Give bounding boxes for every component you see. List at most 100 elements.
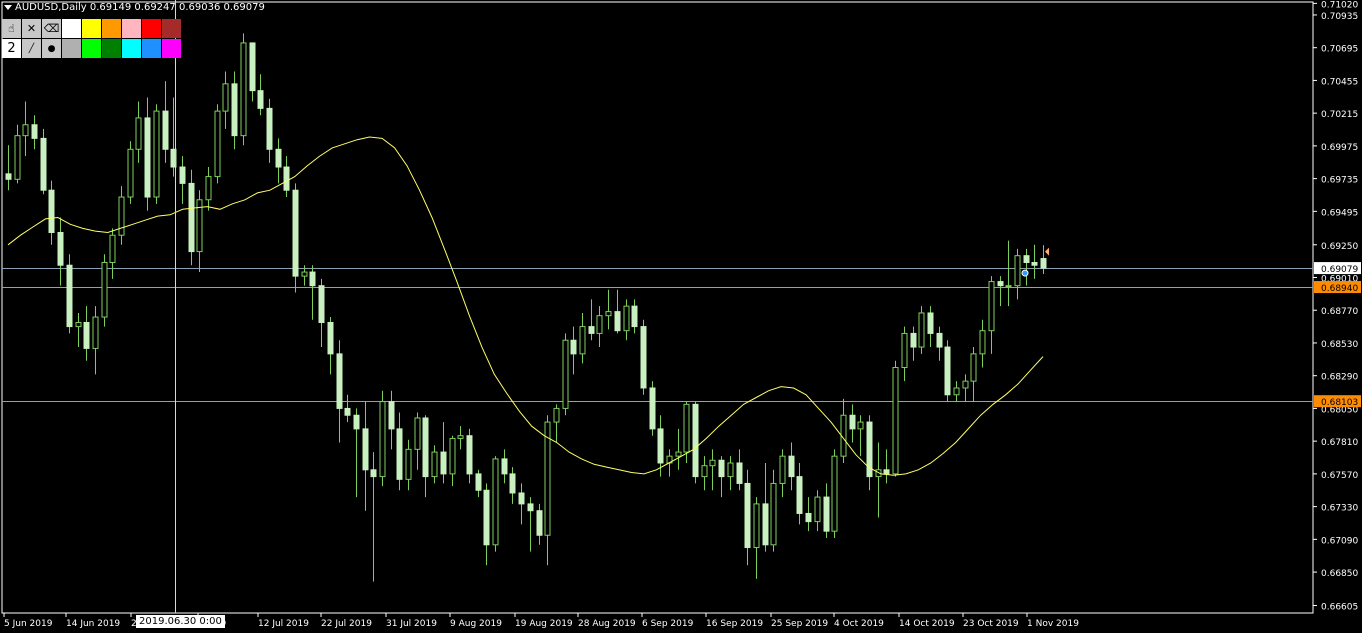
candle-body bbox=[718, 459, 725, 478]
close-x-icon[interactable]: ✕ bbox=[22, 19, 42, 38]
y-tick-label: 0.67570 bbox=[1321, 471, 1358, 481]
candle-body bbox=[127, 148, 134, 198]
price-label-2: 0.68103 bbox=[1321, 398, 1358, 408]
x-tick-label: 31 Jul 2019 bbox=[386, 619, 437, 629]
candle-body bbox=[379, 401, 386, 478]
arrow-marker-icon bbox=[1045, 247, 1049, 256]
candle-body bbox=[518, 492, 525, 505]
color-swatch[interactable] bbox=[82, 39, 102, 58]
x-tick-label: 6 Sep 2019 bbox=[642, 619, 694, 629]
x-tick-label: 14 Jun 2019 bbox=[66, 619, 120, 629]
candle-body bbox=[292, 189, 299, 277]
x-tick-label: 16 Sep 2019 bbox=[706, 619, 763, 629]
candle-body bbox=[257, 90, 264, 109]
candle-body bbox=[831, 455, 838, 532]
color-swatch[interactable] bbox=[142, 19, 162, 38]
candle-body bbox=[449, 437, 456, 475]
y-tick-label: 0.67090 bbox=[1321, 536, 1358, 546]
candle-body bbox=[109, 234, 116, 263]
candle-body bbox=[579, 326, 586, 355]
chart-title[interactable]: AUDUSD,Daily 0.69149 0.69247 0.69036 0.6… bbox=[4, 2, 265, 13]
candle-body bbox=[901, 332, 908, 369]
crosshair-line bbox=[175, 0, 176, 613]
candle-body bbox=[527, 503, 534, 512]
candle-body bbox=[936, 332, 943, 348]
candle-body bbox=[144, 117, 151, 198]
color-swatch[interactable] bbox=[62, 19, 82, 38]
y-tick-label: 0.68290 bbox=[1321, 373, 1358, 383]
candle-body bbox=[709, 459, 716, 467]
candle-body bbox=[892, 367, 899, 475]
candle-body bbox=[501, 458, 508, 475]
color-swatch[interactable] bbox=[82, 19, 102, 38]
candle-body bbox=[249, 42, 256, 92]
price-chart[interactable]: 0.71020 0.70935 0.70695 0.70455 0.70215 0.699… bbox=[0, 0, 1362, 633]
candle-body bbox=[362, 428, 369, 471]
menu-arrow-icon[interactable] bbox=[4, 4, 12, 10]
candle-body bbox=[640, 326, 647, 389]
color-swatch[interactable] bbox=[122, 19, 142, 38]
candle-body bbox=[770, 482, 777, 546]
candle-body bbox=[222, 83, 229, 112]
plot-frame bbox=[1, 1, 1314, 614]
color-swatch[interactable] bbox=[162, 39, 182, 58]
crosshair-date-label: 2019.06.30 0:00 bbox=[136, 615, 225, 628]
candle-body bbox=[336, 353, 343, 409]
y-tick-label: 0.67330 bbox=[1321, 504, 1358, 514]
line-style-icon[interactable]: ╱ bbox=[22, 39, 42, 58]
color-swatch[interactable] bbox=[62, 39, 82, 58]
candle-body bbox=[588, 326, 595, 334]
candle-body bbox=[457, 435, 464, 439]
candle-body bbox=[275, 148, 282, 168]
candle-body bbox=[649, 387, 656, 430]
candle-body bbox=[883, 469, 890, 475]
candle-body bbox=[979, 330, 986, 355]
candle-body bbox=[805, 512, 812, 523]
drawing-toolbar[interactable]: ☝ ✕ ⌫ 2 ╱ ● bbox=[2, 19, 184, 59]
candle-body bbox=[231, 83, 238, 137]
candle-body bbox=[14, 135, 21, 180]
candle-body bbox=[344, 407, 351, 416]
candle-body bbox=[327, 322, 334, 355]
candle-body bbox=[179, 166, 186, 184]
x-tick-label: 25 Sep 2019 bbox=[771, 619, 828, 629]
x-tick-label: 23 Oct 2019 bbox=[963, 619, 1019, 629]
color-swatch[interactable] bbox=[162, 19, 182, 38]
x-tick-label: 9 Aug 2019 bbox=[450, 619, 502, 629]
order-marker-icon[interactable] bbox=[1021, 269, 1029, 277]
color-swatch[interactable] bbox=[122, 39, 142, 58]
candle-body bbox=[683, 403, 690, 453]
candle-body bbox=[118, 196, 125, 236]
color-swatch[interactable] bbox=[142, 39, 162, 58]
candle-body bbox=[414, 417, 421, 450]
hand-icon[interactable]: ☝ bbox=[2, 19, 22, 38]
dot-style-icon[interactable]: ● bbox=[42, 39, 62, 58]
candle-body bbox=[657, 428, 664, 464]
candle-body bbox=[1040, 258, 1047, 269]
y-tick-label: 0.67810 bbox=[1321, 438, 1358, 448]
candle-body bbox=[614, 311, 621, 332]
x-tick-label: 19 Aug 2019 bbox=[515, 619, 573, 629]
candle-body bbox=[301, 271, 308, 277]
candle-body bbox=[57, 231, 64, 266]
candle-body bbox=[988, 281, 995, 332]
candle-body bbox=[40, 137, 47, 191]
candle-body bbox=[31, 124, 38, 139]
candle-body bbox=[92, 316, 99, 349]
y-tick-label: 0.70215 bbox=[1321, 110, 1358, 120]
eraser-icon[interactable]: ⌫ bbox=[42, 19, 62, 38]
chart-window[interactable]: 0.71020 0.70935 0.70695 0.70455 0.70215 0.699… bbox=[0, 0, 1362, 633]
y-tick-label: 0.70935 bbox=[1321, 12, 1358, 22]
x-tick-label: 14 Oct 2019 bbox=[899, 619, 955, 629]
candle-body bbox=[1031, 261, 1038, 266]
candle-body bbox=[631, 305, 638, 328]
candle-body bbox=[283, 166, 290, 191]
candle-body bbox=[1014, 255, 1021, 287]
candle-body bbox=[5, 173, 12, 180]
candle-body bbox=[48, 189, 55, 233]
line-width-value[interactable]: 2 bbox=[2, 39, 22, 58]
color-swatch[interactable] bbox=[102, 19, 122, 38]
candle-body bbox=[309, 271, 316, 287]
color-swatch[interactable] bbox=[102, 39, 122, 58]
candle-body bbox=[466, 435, 473, 475]
